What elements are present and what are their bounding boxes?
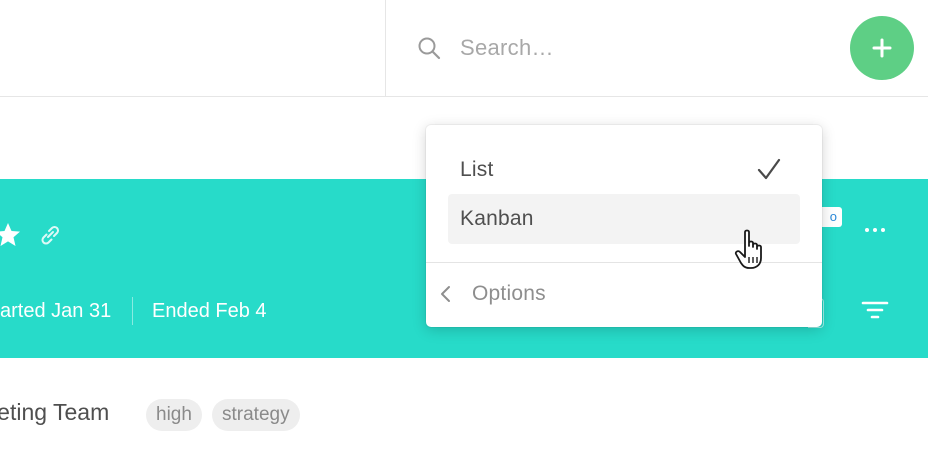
header-divider — [385, 0, 386, 97]
plus-icon — [872, 38, 892, 58]
star-icon[interactable] — [0, 221, 22, 249]
options-label: Options — [472, 282, 546, 305]
link-icon[interactable] — [37, 222, 63, 248]
options-back-item[interactable]: Options — [426, 270, 822, 318]
search-icon — [418, 37, 441, 60]
menu-item-list[interactable]: List — [448, 145, 800, 195]
more-icon[interactable] — [862, 222, 888, 238]
menu-divider — [426, 262, 822, 263]
check-icon — [757, 158, 781, 180]
date-ended: Ended Feb 4 — [152, 300, 267, 322]
top-header — [0, 0, 928, 97]
chevron-left-icon — [441, 286, 450, 302]
status-badge-text: o — [829, 209, 837, 224]
menu-item-kanban[interactable]: Kanban — [448, 194, 800, 244]
search-input[interactable] — [460, 28, 830, 68]
filter-icon[interactable] — [860, 298, 890, 324]
view-dropdown-menu: List Kanban Options — [426, 125, 822, 327]
team-name[interactable]: rketing Team — [0, 399, 109, 426]
date-started: arted Jan 31 — [0, 300, 112, 322]
tag-high[interactable]: high — [146, 399, 202, 431]
add-button[interactable] — [850, 16, 914, 80]
menu-item-label: Kanban — [460, 207, 534, 230]
tag-strategy[interactable]: strategy — [212, 399, 300, 431]
date-separator — [132, 297, 133, 325]
menu-item-label: List — [460, 158, 494, 181]
